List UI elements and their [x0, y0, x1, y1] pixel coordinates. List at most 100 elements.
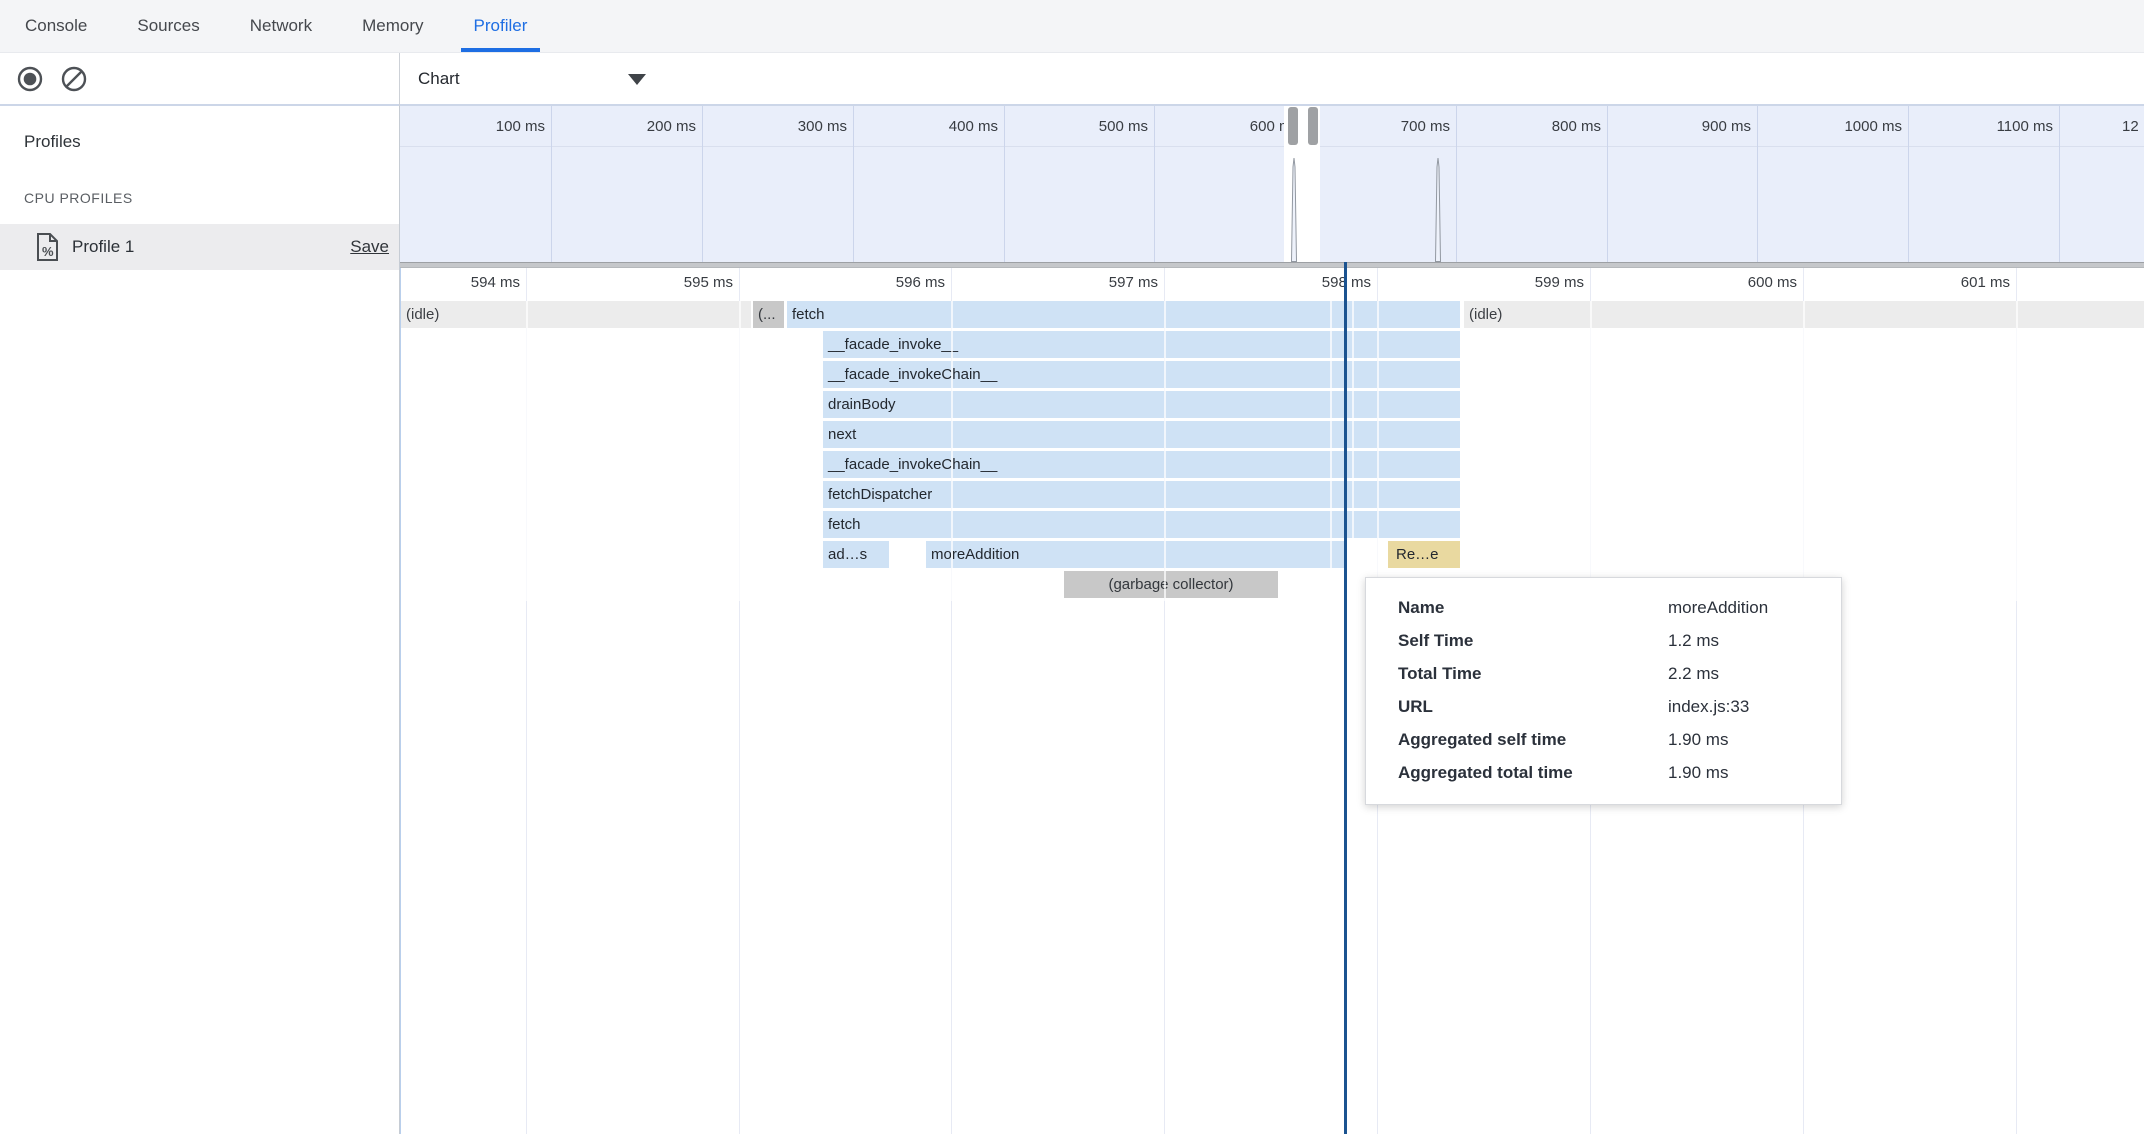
- tooltip-row: Total Time2.2 ms: [1398, 657, 1831, 690]
- time-tick-label: 597 ms: [1038, 268, 1158, 298]
- tooltip-label: Name: [1398, 591, 1668, 624]
- bar-grid-overlay: [951, 301, 953, 601]
- overview-gridline: [853, 106, 854, 262]
- overview-gridline: [1908, 106, 1909, 262]
- overview-tick-label: 500 ms: [1028, 118, 1148, 135]
- dropdown-triangle-icon: [628, 74, 646, 85]
- bar-grid-overlay: [1590, 301, 1592, 601]
- tooltip-row: URLindex.js:33: [1398, 690, 1831, 723]
- overview-gridline: [2059, 106, 2060, 262]
- bar-grid-overlay: [1164, 301, 1166, 601]
- overview-tick-label: 200 ms: [576, 118, 696, 135]
- overview-gridline: [551, 106, 552, 262]
- tooltip-label: Self Time: [1398, 624, 1668, 657]
- overview-tick-label: 900 ms: [1631, 118, 1751, 135]
- flame-bar[interactable]: (garbage collector): [1064, 571, 1278, 598]
- tooltip-value: 1.90 ms: [1668, 723, 1831, 756]
- bar-grid-overlay: [2016, 301, 2018, 601]
- sample-separator: [1352, 301, 1354, 571]
- time-tick-label: 599 ms: [1464, 268, 1584, 298]
- selection-handle-left[interactable]: [1288, 107, 1298, 145]
- tab-memory[interactable]: Memory: [349, 0, 436, 52]
- frame-tooltip: NamemoreAdditionSelf Time1.2 msTotal Tim…: [1365, 577, 1842, 805]
- flame-bar[interactable]: ad…s: [823, 541, 889, 568]
- record-button[interactable]: [16, 65, 44, 93]
- time-tick-label: 595 ms: [613, 268, 733, 298]
- toolbar-row: Chart: [0, 53, 2144, 106]
- tooltip-row: Aggregated total time1.90 ms: [1398, 756, 1831, 789]
- bar-grid-overlay: [1377, 301, 1379, 601]
- time-tick-label: 594 ms: [400, 268, 520, 298]
- overview-gridline: [702, 106, 703, 262]
- flame-bar[interactable]: __facade_invoke__: [823, 331, 1460, 358]
- overview-gridline: [1757, 106, 1758, 262]
- overview-gridline: [1154, 106, 1155, 262]
- tooltip-value: index.js:33: [1668, 690, 1831, 723]
- cpu-activity-spike: [1290, 158, 1298, 262]
- profiler-main-pane: 100 ms 200 ms 300 ms 400 ms 500 ms 600 ms 700 …: [400, 106, 2144, 1134]
- overview-tick-label: 600 ms: [1179, 118, 1299, 135]
- overview-gridline: [1004, 106, 1005, 262]
- save-profile-link[interactable]: Save: [350, 224, 389, 270]
- cpu-profiles-section-heading: CPU PROFILES: [24, 190, 133, 206]
- flame-bar[interactable]: fetch: [787, 301, 1460, 328]
- view-mode-select[interactable]: Chart: [418, 53, 658, 104]
- overview-tick-label: 1000 ms: [1782, 118, 1902, 135]
- devtools-tab-bar: Console Sources Network Memory Profiler: [0, 0, 2144, 53]
- timeline-overview[interactable]: 100 ms 200 ms 300 ms 400 ms 500 ms 600 ms 700 …: [400, 106, 2144, 262]
- tab-profiler[interactable]: Profiler: [461, 0, 541, 52]
- flame-bar[interactable]: moreAddition: [926, 541, 1345, 568]
- tab-sources[interactable]: Sources: [124, 0, 212, 52]
- flame-chart[interactable]: 594 ms 595 ms 596 ms 597 ms 598 ms 599 ms 600 …: [400, 268, 2144, 1134]
- devtools-window: Console Sources Network Memory Profiler Char…: [0, 0, 2144, 1134]
- tooltip-label: Aggregated self time: [1398, 723, 1668, 756]
- svg-text:%: %: [42, 244, 54, 259]
- tab-console[interactable]: Console: [12, 0, 100, 52]
- bar-grid-overlay: [526, 301, 528, 601]
- profile-name: Profile 1: [72, 224, 134, 270]
- clear-slash-icon: [60, 65, 88, 93]
- tab-network[interactable]: Network: [237, 0, 325, 52]
- tooltip-row: Self Time1.2 ms: [1398, 624, 1831, 657]
- bar-grid-overlay: [1803, 301, 1805, 601]
- clear-button[interactable]: [60, 65, 88, 93]
- tooltip-label: URL: [1398, 690, 1668, 723]
- selection-handle-right[interactable]: [1308, 107, 1318, 145]
- time-tick-label: 596 ms: [825, 268, 945, 298]
- tooltip-value: 2.2 ms: [1668, 657, 1831, 690]
- panel-divider: [399, 53, 400, 106]
- overview-tick-label: 700 ms: [1330, 118, 1450, 135]
- flame-bar[interactable]: Re…e: [1388, 541, 1460, 568]
- cpu-activity-spike: [1434, 158, 1442, 262]
- tooltip-row: Aggregated self time1.90 ms: [1398, 723, 1831, 756]
- overview-gridline: [1456, 106, 1457, 262]
- profile-list-item[interactable]: % Profile 1 Save: [0, 224, 399, 270]
- tooltip-label: Aggregated total time: [1398, 756, 1668, 789]
- tooltip-row: NamemoreAddition: [1398, 591, 1831, 624]
- overview-gridline: [1607, 106, 1608, 262]
- flame-bar[interactable]: fetch: [823, 511, 1460, 538]
- overview-tick-label: 300 ms: [727, 118, 847, 135]
- flame-bar[interactable]: drainBody: [823, 391, 1460, 418]
- flame-bar[interactable]: (idle): [401, 301, 751, 328]
- bar-grid-overlay: [739, 301, 741, 601]
- overview-tick-label: 1100 ms: [1933, 118, 2053, 135]
- time-tick-label: 598 ms: [1251, 268, 1371, 298]
- time-tick-label: 600 ms: [1677, 268, 1797, 298]
- timeline-cursor-line: [1344, 262, 1347, 1134]
- overview-tick-label: 100 ms: [425, 118, 545, 135]
- overview-tick-label: 400 ms: [878, 118, 998, 135]
- overview-label-strip-border: [400, 146, 2144, 147]
- tooltip-value: moreAddition: [1668, 591, 1831, 624]
- flame-bar[interactable]: (...: [753, 301, 784, 328]
- overview-tick-label: 12: [2122, 118, 2144, 135]
- flame-bar[interactable]: __facade_invokeChain__: [823, 361, 1460, 388]
- view-mode-value: Chart: [418, 69, 460, 89]
- flame-bar[interactable]: __facade_invokeChain__: [823, 451, 1460, 478]
- sample-separator: [1330, 301, 1332, 571]
- tooltip-label: Total Time: [1398, 657, 1668, 690]
- profiles-sidebar: Profiles CPU PROFILES % Profile 1 Save: [0, 106, 400, 1134]
- profile-document-icon: %: [36, 232, 59, 267]
- flame-bar[interactable]: fetchDispatcher: [823, 481, 1460, 508]
- flame-bar[interactable]: next: [823, 421, 1460, 448]
